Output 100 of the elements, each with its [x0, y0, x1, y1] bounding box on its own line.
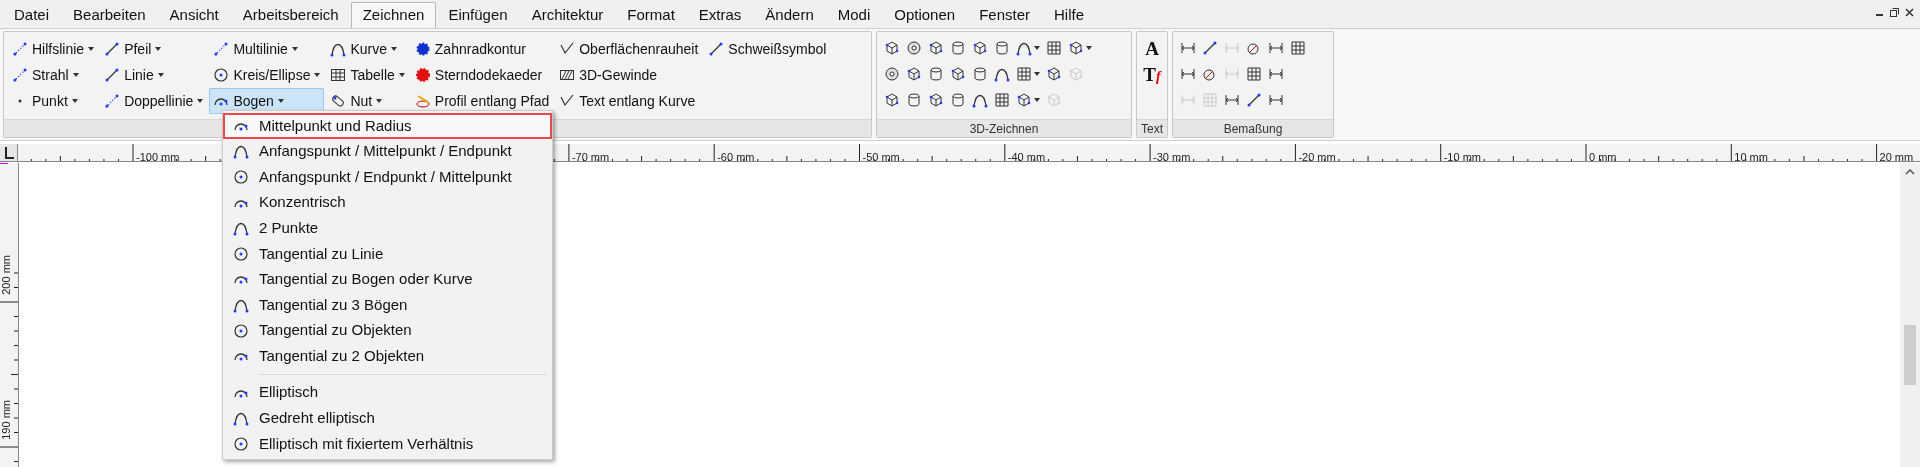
ruler-label: 0 mm — [1588, 151, 1617, 161]
ribbon-button[interactable]: Strahl — [8, 62, 99, 88]
cube-icon — [950, 66, 966, 82]
corner-icon — [3, 146, 14, 159]
ruler-label: -50 mm — [862, 151, 900, 161]
restore-icon[interactable] — [1890, 8, 1899, 17]
ribbon-button[interactable]: 3D-Gewinde — [555, 62, 703, 88]
menu-tab[interactable]: Architektur — [519, 2, 616, 28]
ellipse-icon — [414, 93, 431, 109]
group-label: Text — [1141, 120, 1163, 138]
menu-tab[interactable]: Fenster — [967, 2, 1042, 28]
ribbon-button[interactable]: Tabelle — [326, 62, 409, 88]
cube-icon — [884, 92, 900, 108]
dimension-icon — [1180, 40, 1196, 56]
menu-item[interactable]: Tangential zu Objekten — [223, 317, 552, 344]
scroll-up-icon[interactable] — [1905, 169, 1915, 175]
ribbon-button[interactable]: Nut — [326, 88, 409, 114]
circle-icon — [233, 245, 249, 262]
curve-icon — [1016, 40, 1032, 56]
menu-item[interactable]: Konzentrisch — [223, 189, 552, 216]
menu-item[interactable]: Tangential zu 2 Objekten — [223, 343, 552, 369]
dotted-line-icon — [104, 93, 121, 109]
menu-tab[interactable]: Extras — [686, 2, 754, 28]
cube-icon — [906, 66, 922, 82]
ribbon-button[interactable]: Profil entlang Pfad — [410, 88, 554, 114]
menu-tab[interactable]: Format — [615, 2, 687, 28]
menu-tab[interactable]: Ändern — [753, 2, 826, 28]
text-tool-button[interactable]: Tf — [1143, 64, 1161, 88]
caret-icon — [1034, 98, 1040, 102]
menu-item[interactable]: Tangential zu Bogen oder Kurve — [223, 266, 552, 293]
grid-icon — [1046, 40, 1062, 56]
ribbon-button[interactable]: Oberflächenrauheit — [555, 36, 703, 62]
dimension-icon — [1268, 92, 1284, 108]
ribbon-button[interactable]: Multilinie — [209, 36, 325, 62]
line-icon — [1202, 40, 1218, 56]
menu-item[interactable]: Elliptisch mit fixiertem Verhältnis — [223, 431, 552, 457]
scrollbar[interactable] — [1900, 163, 1920, 467]
ribbon-button[interactable]: Sterndodekaeder — [410, 62, 554, 88]
ribbon-button[interactable]: Linie — [100, 62, 208, 88]
cube-icon — [1016, 92, 1032, 108]
text-tool-button[interactable]: A — [1145, 38, 1159, 60]
ribbon-button[interactable]: Zahnradkontur — [410, 36, 554, 62]
cylinder-icon — [928, 66, 944, 82]
cube-icon — [928, 92, 944, 108]
menu-item[interactable]: Anfangspunkt / Mittelpunkt / Endpunkt — [223, 138, 552, 165]
menu-tab[interactable]: Datei — [2, 2, 62, 28]
menu-item[interactable]: Tangential zu Linie — [223, 240, 552, 267]
menu-tab[interactable]: Bearbeiten — [61, 2, 158, 28]
ribbon-button[interactable]: Kurve — [326, 36, 409, 62]
menu-tab[interactable]: Optionen — [882, 2, 968, 28]
group-label: Bemaßung — [1223, 120, 1283, 138]
dotted-line-icon — [12, 41, 28, 57]
ruler-label: -40 mm — [1007, 151, 1046, 161]
ring-icon — [884, 66, 900, 82]
menu-item[interactable]: Elliptisch — [223, 379, 552, 406]
close-icon[interactable] — [1905, 8, 1914, 17]
cylinder-icon — [994, 40, 1010, 56]
ribbon-button[interactable]: Text entlang Kurve — [555, 88, 703, 114]
caret-icon — [1034, 46, 1040, 50]
menu-tab[interactable]: Ansicht — [157, 2, 231, 28]
circle-icon — [233, 435, 249, 452]
menu-item[interactable]: Tangential zu 3 Bögen — [223, 292, 552, 318]
ruler-label: -100 mm — [136, 151, 180, 161]
ribbon-button[interactable]: Pfeil — [100, 36, 208, 62]
caret-icon — [391, 47, 397, 51]
menu-tab[interactable]: Einfügen — [436, 2, 520, 28]
caret-icon — [398, 73, 405, 77]
ruler-label: 20 mm — [1879, 151, 1914, 161]
scrollbar-thumb[interactable] — [1904, 325, 1916, 385]
menu-tab[interactable]: Zeichnen — [350, 2, 437, 28]
diameter-icon — [1246, 40, 1262, 56]
curve-icon — [330, 41, 347, 57]
menu-item[interactable]: Anfangspunkt / Endpunkt / Mittelpunkt — [223, 164, 552, 190]
caret-icon — [88, 47, 95, 51]
gear-icon — [414, 41, 431, 57]
ribbon-button[interactable]: Kreis/Ellipse — [209, 62, 325, 88]
cube-icon — [928, 40, 944, 56]
table-icon — [330, 67, 347, 83]
cube-icon — [1068, 66, 1084, 82]
menu-tab[interactable]: Modi — [825, 2, 883, 28]
menu-item[interactable]: 2 Punkte — [223, 215, 552, 241]
diameter-icon — [1202, 66, 1218, 82]
ruler-label: -20 mm — [1298, 151, 1336, 161]
caret-icon — [155, 47, 162, 51]
line-icon — [1246, 92, 1262, 108]
ribbon-button[interactable]: Doppellinie — [100, 88, 208, 114]
menu-tab[interactable]: Arbeitsbereich — [230, 2, 351, 28]
cube-icon — [1046, 66, 1062, 82]
ribbon-button[interactable]: Schweißsymbol — [704, 36, 831, 62]
ruler-label: 10 mm — [1734, 151, 1768, 161]
menu-item[interactable]: Mittelpunkt und Radius — [223, 113, 552, 139]
cursor-marker — [0, 163, 8, 164]
ruler-label: -70 mm — [571, 151, 610, 161]
cube-icon — [884, 40, 900, 56]
menu-tab[interactable]: Hilfe — [1042, 2, 1096, 28]
ribbon-button[interactable]: Punkt — [8, 88, 99, 114]
cylinder-icon — [950, 40, 966, 56]
caret-icon — [376, 99, 383, 103]
ribbon-button[interactable]: Hilfslinie — [8, 36, 99, 62]
menu-item[interactable]: Gedreht elliptisch — [223, 405, 552, 432]
